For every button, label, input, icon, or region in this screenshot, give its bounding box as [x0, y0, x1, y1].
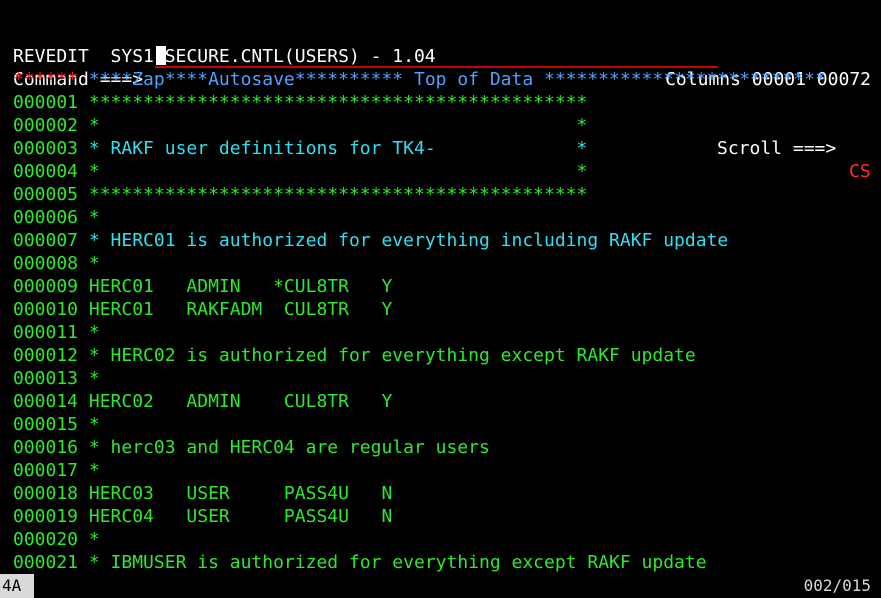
- line-number[interactable]: 000020: [13, 529, 78, 550]
- top-of-data-banner: ****Zap****Autosave********** Top of Dat…: [78, 69, 826, 90]
- line-number[interactable]: 000008: [13, 253, 78, 274]
- line-text[interactable]: *: [78, 414, 100, 435]
- line-number[interactable]: 000014: [13, 391, 78, 412]
- data-line[interactable]: 000007 * HERC01 is authorized for everyt…: [13, 229, 881, 252]
- line-number[interactable]: 000002: [13, 115, 78, 136]
- line-text[interactable]: HERC02 ADMIN CUL8TR Y: [78, 391, 392, 412]
- line-number[interactable]: 000005: [13, 184, 78, 205]
- line-number[interactable]: 000012: [13, 345, 78, 366]
- line-text[interactable]: *: [78, 253, 100, 274]
- text-cursor: [156, 46, 166, 65]
- line-number[interactable]: 000021: [13, 552, 78, 573]
- session-indicator: 4A: [0, 574, 34, 598]
- line-number[interactable]: 000011: [13, 322, 78, 343]
- data-line[interactable]: 000002 * *: [13, 114, 881, 137]
- line-text[interactable]: * herc03 and HERC04 are regular users: [78, 437, 490, 458]
- line-text[interactable]: * IBMUSER is authorized for everything e…: [78, 552, 707, 573]
- data-line[interactable]: 000010 HERC01 RAKFADM CUL8TR Y: [13, 298, 881, 321]
- line-number[interactable]: 000004: [13, 161, 78, 182]
- data-line[interactable]: 000011 *: [13, 321, 881, 344]
- line-number[interactable]: 000010: [13, 299, 78, 320]
- data-line[interactable]: 000001 *********************************…: [13, 91, 881, 114]
- line-number[interactable]: 000009: [13, 276, 78, 297]
- data-line[interactable]: 000019 HERC04 USER PASS4U N: [13, 505, 881, 528]
- line-number[interactable]: 000006: [13, 207, 78, 228]
- line-text[interactable]: *: [78, 529, 100, 550]
- command-row: Command ===> Scroll ===> CS: [13, 45, 881, 182]
- data-line[interactable]: 000003 * RAKF user definitions for TK4- …: [13, 137, 881, 160]
- line-number[interactable]: 000001: [13, 92, 78, 113]
- command-input[interactable]: [155, 46, 718, 68]
- data-line[interactable]: 000018 HERC03 USER PASS4U N: [13, 482, 881, 505]
- line-text[interactable]: HERC01 RAKFADM CUL8TR Y: [78, 299, 392, 320]
- cursor-position: 002/015: [803, 576, 871, 595]
- status-bar: 4A 002/015: [0, 574, 881, 598]
- title-row: REVEDIT SYS1.SECURE.CNTL(USERS) - 1.04 C…: [13, 22, 881, 90]
- line-number[interactable]: 000017: [13, 460, 78, 481]
- data-lines: 000001 *********************************…: [13, 91, 881, 574]
- data-line[interactable]: 000017 *: [13, 459, 881, 482]
- data-line[interactable]: 000021 * IBMUSER is authorized for every…: [13, 551, 881, 574]
- line-text[interactable]: *: [78, 322, 100, 343]
- data-line[interactable]: 000006 *: [13, 206, 881, 229]
- line-text[interactable]: HERC04 USER PASS4U N: [78, 506, 392, 527]
- top-of-data-row: ****** ****Zap****Autosave********** Top…: [13, 68, 881, 91]
- data-line[interactable]: 000015 *: [13, 413, 881, 436]
- line-text[interactable]: ****************************************…: [78, 92, 588, 113]
- data-line[interactable]: 000014 HERC02 ADMIN CUL8TR Y: [13, 390, 881, 413]
- line-text[interactable]: * HERC02 is authorized for everything ex…: [78, 345, 696, 366]
- line-number[interactable]: 000019: [13, 506, 78, 527]
- data-line[interactable]: 000012 * HERC02 is authorized for everyt…: [13, 344, 881, 367]
- data-line[interactable]: 000004 * *: [13, 160, 881, 183]
- line-number[interactable]: 000013: [13, 368, 78, 389]
- line-text[interactable]: * *: [78, 161, 588, 182]
- line-text[interactable]: HERC03 USER PASS4U N: [78, 483, 392, 504]
- line-text[interactable]: *: [78, 460, 100, 481]
- line-text[interactable]: * RAKF user definitions for TK4- *: [78, 138, 588, 159]
- top-of-data-marker: ******: [13, 69, 79, 90]
- line-text[interactable]: * *: [78, 115, 588, 136]
- line-text[interactable]: *: [78, 368, 100, 389]
- line-number[interactable]: 000016: [13, 437, 78, 458]
- data-line[interactable]: 000013 *: [13, 367, 881, 390]
- line-text[interactable]: * HERC01 is authorized for everything in…: [78, 230, 728, 251]
- data-line[interactable]: 000009 HERC01 ADMIN *CUL8TR Y: [13, 275, 881, 298]
- terminal-screen: REVEDIT SYS1.SECURE.CNTL(USERS) - 1.04 C…: [13, 22, 881, 574]
- line-number[interactable]: 000018: [13, 483, 78, 504]
- line-text[interactable]: HERC01 ADMIN *CUL8TR Y: [78, 276, 392, 297]
- data-line[interactable]: 000020 *: [13, 528, 881, 551]
- line-number[interactable]: 000015: [13, 414, 78, 435]
- data-line[interactable]: 000005 *********************************…: [13, 183, 881, 206]
- line-text[interactable]: *: [78, 207, 100, 228]
- data-line[interactable]: 000008 *: [13, 252, 881, 275]
- line-number[interactable]: 000007: [13, 230, 78, 251]
- line-number[interactable]: 000003: [13, 138, 78, 159]
- line-text[interactable]: ****************************************…: [78, 184, 588, 205]
- data-line[interactable]: 000016 * herc03 and HERC04 are regular u…: [13, 436, 881, 459]
